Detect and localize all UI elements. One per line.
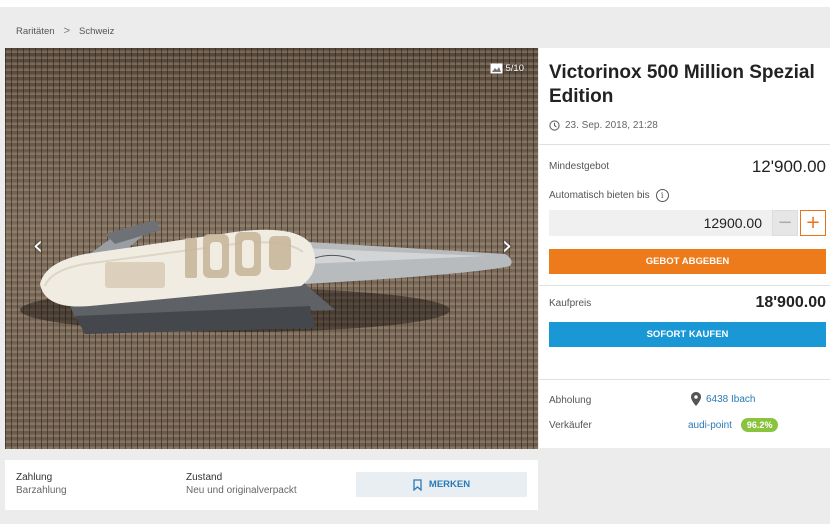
bookmark-label: Merken [428, 479, 471, 490]
breadcrumb: Raritäten > Schweiz [16, 25, 114, 37]
chevron-right-icon[interactable]: › [494, 231, 520, 261]
divider [539, 144, 830, 145]
divider [539, 379, 830, 380]
listing-title: Victorinox 500 Million Spezial Edition [549, 62, 815, 107]
breadcrumb-item-schweiz[interactable]: Schweiz [79, 26, 114, 37]
listing-panel: Victorinox 500 Million Spezial Edition 2… [539, 48, 830, 448]
image-counter: 5/10 [490, 63, 525, 74]
listing-date-text: 23. Sep. 2018, 21:28 [565, 120, 658, 131]
bid-amount-input[interactable]: 12900.00 [549, 210, 772, 236]
breadcrumb-separator-icon: > [63, 25, 70, 37]
payment-value: Barzahlung [16, 485, 67, 496]
pickup-location-text: 6438 Ibach [706, 393, 756, 405]
chevron-left-icon[interactable]: ‹ [25, 231, 51, 261]
place-bid-button[interactable]: Gebot abgeben [549, 249, 826, 274]
increment-button[interactable]: + [800, 210, 826, 236]
breadcrumb-item-raritaeten[interactable]: Raritäten [16, 26, 55, 37]
condition-value: Neu und originalverpackt [186, 485, 297, 496]
seller-rating-badge: 96.2% [740, 418, 779, 432]
image-counter-text: 5/10 [505, 63, 525, 74]
condition-label: Zustand [186, 472, 223, 483]
buy-price-label: Kaufpreis [549, 298, 592, 309]
auto-bid-label: Automatisch bieten bis [549, 190, 650, 201]
seller-label: Verkäufer [549, 420, 592, 431]
auto-bid-row: Automatisch bieten bis i [549, 189, 669, 202]
clock-icon [549, 120, 560, 131]
buy-now-button[interactable]: Sofort kaufen [549, 322, 826, 347]
listing-meta-bar: Zahlung Barzahlung Zustand Neu und origi… [5, 460, 538, 510]
divider [539, 285, 830, 286]
buy-price-value: 18'900.00 [755, 294, 826, 311]
min-bid-label: Mindestgebot [549, 161, 610, 172]
image-gallery[interactable]: 5/10 ‹ › [5, 48, 538, 449]
decrement-button[interactable]: − [772, 210, 798, 236]
info-icon[interactable]: i [655, 189, 669, 202]
location-pin-icon [691, 392, 701, 406]
min-bid-value: 12'900.00 [751, 157, 826, 176]
seller-info: audi-point 96.2% [688, 418, 779, 432]
bookmark-button[interactable]: Merken [356, 472, 527, 497]
seller-name-link[interactable]: audi-point [688, 420, 732, 431]
bookmark-icon [413, 478, 422, 491]
payment-label: Zahlung [16, 472, 53, 483]
knife-illustration [20, 220, 512, 334]
pickup-label: Abholung [549, 395, 592, 406]
pickup-location-link[interactable]: 6438 Ibach [691, 392, 756, 406]
image-icon [490, 63, 502, 74]
listing-date: 23. Sep. 2018, 21:28 [549, 120, 658, 131]
